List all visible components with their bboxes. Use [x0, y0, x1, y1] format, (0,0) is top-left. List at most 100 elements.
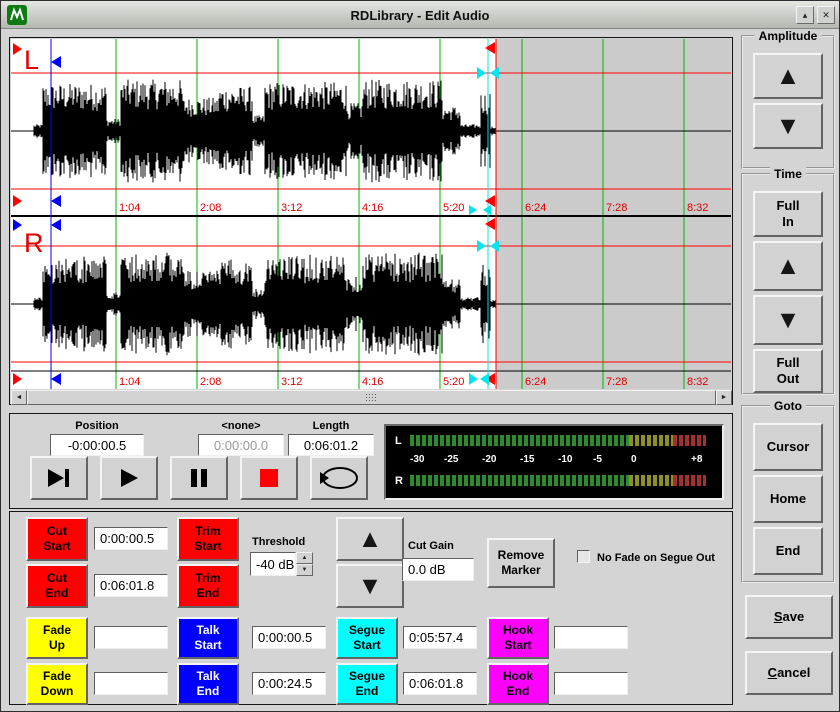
cut-start-button[interactable]: Cut Start: [26, 517, 88, 561]
stop-icon: [258, 467, 280, 489]
scrollbar-track[interactable]: [27, 390, 716, 405]
fade-up-button[interactable]: Fade Up: [26, 617, 88, 659]
talk-start-button[interactable]: Talk Start: [177, 617, 239, 659]
zoom-full-in-button[interactable]: Full In: [753, 191, 823, 237]
meter-zone-green: [410, 475, 629, 486]
stop-button[interactable]: [240, 456, 298, 500]
segue-start-field[interactable]: 0:05:57.4: [403, 626, 477, 649]
segue-end-button[interactable]: Segue End: [336, 663, 398, 705]
trim-end-button[interactable]: Trim End: [177, 564, 239, 608]
loop-button[interactable]: [310, 456, 368, 500]
cancel-button-label: Cancel: [768, 665, 811, 681]
save-button[interactable]: Save: [745, 595, 833, 639]
play-button[interactable]: [100, 456, 158, 500]
cut-end-button[interactable]: Cut End: [26, 564, 88, 608]
svg-text:2:08: 2:08: [200, 202, 221, 214]
meter-right-bar: [410, 474, 706, 487]
scroll-left-button[interactable]: ◄: [11, 390, 27, 405]
length-field: 0:06:01.2: [288, 434, 374, 456]
scrollbar-thumb[interactable]: [27, 390, 716, 405]
marker-name-label: <none>: [198, 420, 284, 432]
meter-right-label: R: [395, 475, 403, 487]
position-field[interactable]: -0:00:00.5: [50, 434, 144, 456]
close-icon: ✕: [822, 10, 830, 21]
trim-start-button[interactable]: Trim Start: [177, 517, 239, 561]
time-group-title: Time: [770, 167, 806, 181]
left-channel-label: L: [24, 45, 39, 75]
meter-left-bar: [410, 434, 706, 447]
goto-cursor-button[interactable]: Cursor: [753, 423, 823, 471]
hook-end-button[interactable]: Hook End: [487, 663, 549, 705]
amplitude-down-button[interactable]: ▼: [753, 103, 823, 149]
zoom-full-out-button[interactable]: Full Out: [753, 349, 823, 393]
threshold-spinbox[interactable]: -40 dB ▲ ▼: [250, 552, 313, 576]
svg-text:1:04: 1:04: [119, 202, 140, 214]
position-label: Position: [50, 420, 144, 432]
waveform-scrollbar[interactable]: ◄ ►: [11, 390, 732, 405]
cut-gain-field[interactable]: 0.0 dB: [402, 558, 474, 581]
play-from-start-button[interactable]: [30, 456, 88, 500]
length-label: Length: [288, 420, 374, 432]
talk-end-field[interactable]: 0:00:24.5: [252, 672, 326, 695]
svg-text:5:20: 5:20: [443, 202, 464, 214]
scrollbar-grip: [365, 393, 378, 402]
fade-down-field[interactable]: [94, 672, 168, 695]
segue-start-button[interactable]: Segue Start: [336, 617, 398, 659]
amplitude-up-button[interactable]: ▲: [753, 53, 823, 99]
scroll-right-icon: ►: [721, 394, 728, 401]
gain-down-button[interactable]: ▼: [336, 564, 404, 608]
goto-group-title: Goto: [770, 399, 806, 413]
cancel-button[interactable]: Cancel: [745, 651, 833, 695]
talk-start-field[interactable]: 0:00:00.5: [252, 626, 326, 649]
svg-text:8:32: 8:32: [687, 376, 708, 388]
hook-start-button[interactable]: Hook Start: [487, 617, 549, 659]
threshold-field[interactable]: -40 dB: [250, 552, 296, 576]
threshold-spin-up-button[interactable]: ▲: [296, 552, 313, 564]
play-icon: [117, 467, 141, 489]
segue-end-field[interactable]: 0:06:01.8: [403, 672, 477, 695]
fade-up-field[interactable]: [94, 626, 168, 649]
titlebar[interactable]: RDLibrary - Edit Audio ▴ ✕: [1, 1, 839, 29]
close-button[interactable]: ✕: [817, 6, 835, 24]
fade-down-button[interactable]: Fade Down: [26, 663, 88, 705]
save-button-label: Save: [774, 609, 804, 625]
cut-end-field[interactable]: 0:06:01.8: [94, 574, 168, 597]
scroll-left-icon: ◄: [16, 394, 23, 401]
hook-end-field[interactable]: [554, 672, 628, 695]
remove-marker-button[interactable]: Remove Marker: [487, 538, 555, 588]
scroll-right-button[interactable]: ►: [716, 390, 732, 405]
goto-group: Goto Cursor Home End: [741, 405, 835, 583]
amplitude-group-title: Amplitude: [755, 29, 822, 43]
transport-panel: Position -0:00:00.5 <none> 0:00:00.0 Len…: [9, 413, 733, 509]
audio-meter: L -30 -25 -20 -15 -10 -5 0 +8 R: [384, 424, 724, 500]
amplitude-group: Amplitude ▲ ▼: [741, 35, 835, 169]
cut-start-field[interactable]: 0:00:00.5: [94, 527, 168, 550]
pause-button[interactable]: [170, 456, 228, 500]
meter-left-label: L: [395, 435, 402, 447]
hook-start-field[interactable]: [554, 626, 628, 649]
marker-position-field: 0:00:00.0: [198, 434, 284, 456]
cut-gain-label: Cut Gain: [408, 540, 454, 552]
spin-down-icon: ▼: [302, 567, 308, 573]
waveform-display[interactable]: L R 1:042:08 3:124:16 5:206:24 7:288:32 …: [11, 39, 731, 389]
svg-text:5:20: 5:20: [443, 376, 464, 388]
threshold-label: Threshold: [252, 536, 305, 548]
shade-button[interactable]: ▴: [796, 6, 814, 24]
no-fade-label: No Fade on Segue Out: [597, 552, 715, 564]
meter-zone-red: [673, 475, 706, 486]
arrow-down-icon: ▼: [358, 574, 383, 599]
goto-end-button[interactable]: End: [753, 527, 823, 575]
threshold-spin-down-button[interactable]: ▼: [296, 564, 313, 576]
no-fade-checkbox[interactable]: [577, 550, 590, 563]
play-from-start-icon: [45, 467, 73, 489]
goto-home-button[interactable]: Home: [753, 475, 823, 523]
zoom-in-button[interactable]: ▲: [753, 241, 823, 291]
svg-text:2:08: 2:08: [200, 376, 221, 388]
meter-zone-red: [673, 435, 706, 446]
wave-region-after-cut: [496, 39, 731, 389]
waveform-panel: L R 1:042:08 3:124:16 5:206:24 7:288:32 …: [9, 37, 733, 405]
zoom-out-button[interactable]: ▼: [753, 295, 823, 345]
talk-end-button[interactable]: Talk End: [177, 663, 239, 705]
gain-up-button[interactable]: ▲: [336, 517, 404, 561]
arrow-up-icon: ▲: [776, 64, 801, 89]
